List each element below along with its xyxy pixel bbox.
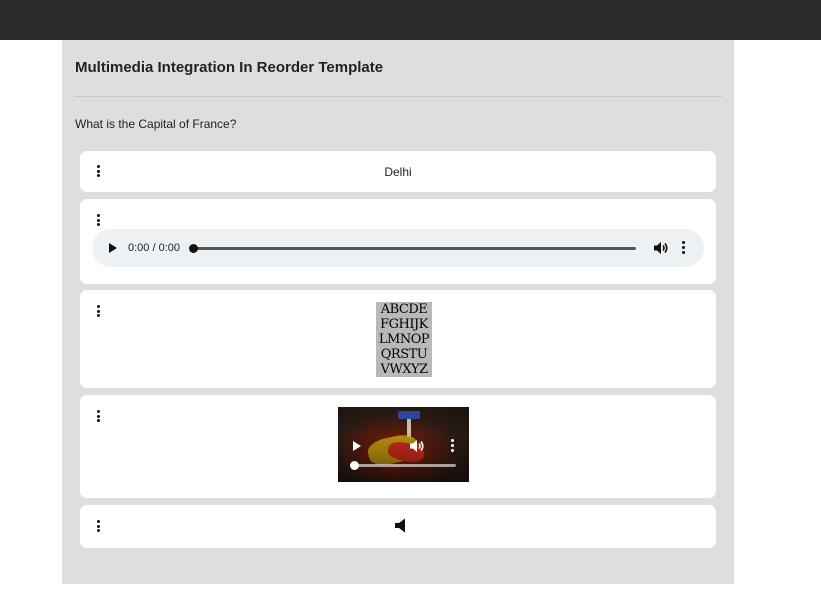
video-player[interactable] (338, 407, 469, 482)
audio-seek-thumb[interactable] (189, 244, 198, 253)
video-play-icon[interactable] (353, 441, 361, 451)
reorder-item-video[interactable] (80, 395, 716, 498)
video-more-options-icon[interactable] (451, 439, 455, 453)
more-options-icon[interactable] (682, 241, 686, 255)
audio-seek-bar[interactable] (193, 247, 636, 250)
drag-handle-icon[interactable] (96, 520, 102, 534)
alphabet-row: VWXYZ (380, 362, 428, 377)
play-icon[interactable] (109, 243, 117, 253)
video-volume-icon[interactable] (409, 439, 425, 453)
alphabet-row: LMNOP (378, 332, 430, 347)
question-text: What is the Capital of France? (75, 117, 237, 131)
reorder-item-image[interactable]: ABCDE FGHIJK LMNOP QRSTU VWXYZ (80, 290, 716, 388)
reorder-item-sound[interactable] (80, 505, 716, 548)
alphabet-image: ABCDE FGHIJK LMNOP QRSTU VWXYZ (376, 302, 432, 377)
reorder-item-text[interactable]: Delhi (80, 151, 716, 192)
divider (74, 96, 722, 97)
top-bar (0, 0, 821, 40)
speaker-icon[interactable] (394, 518, 408, 533)
reorder-item-audio[interactable]: 0:00 / 0:00 (80, 199, 716, 284)
drag-handle-icon[interactable] (96, 410, 102, 424)
reorder-panel: Multimedia Integration In Reorder Templa… (62, 40, 734, 584)
drag-handle-icon[interactable] (96, 305, 102, 319)
alphabet-row: QRSTU (380, 347, 428, 362)
audio-player[interactable]: 0:00 / 0:00 (92, 229, 704, 267)
drag-handle-icon[interactable] (96, 214, 102, 228)
video-seek-bar[interactable] (353, 464, 456, 467)
page-title: Multimedia Integration In Reorder Templa… (75, 59, 384, 76)
alphabet-row: ABCDE (380, 302, 428, 317)
video-seek-thumb[interactable] (350, 461, 359, 470)
option-label: Delhi (384, 165, 412, 179)
alphabet-row: FGHIJK (380, 317, 428, 332)
audio-time: 0:00 / 0:00 (128, 242, 180, 254)
volume-icon[interactable] (653, 241, 669, 255)
